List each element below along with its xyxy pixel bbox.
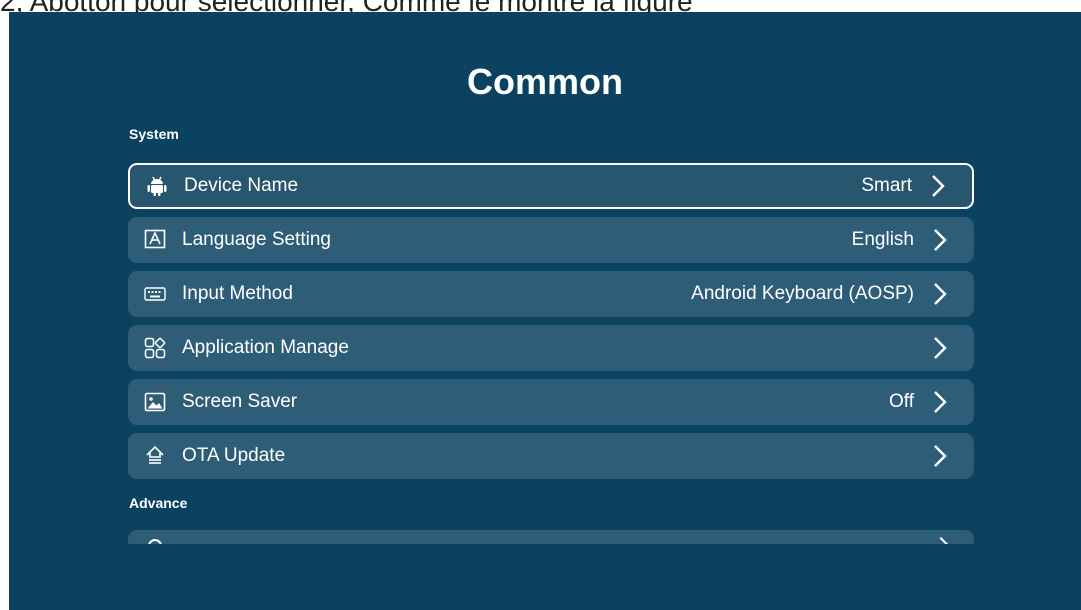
section-header-system: System	[129, 126, 179, 142]
setting-value: English	[851, 229, 914, 250]
setting-label: Language Setting	[182, 229, 331, 250]
chevron-right-icon	[934, 337, 947, 359]
setting-label: Application Manage	[182, 337, 349, 358]
apps-grid-icon	[144, 337, 166, 359]
setting-item-input-method[interactable]: Input Method Android Keyboard (AOSP)	[128, 271, 974, 317]
setting-value: Smart	[861, 175, 912, 196]
chevron-right-icon	[934, 283, 947, 305]
android-icon	[146, 175, 168, 197]
settings-circle-icon	[148, 539, 162, 544]
update-icon	[144, 445, 166, 467]
setting-item-application-manage[interactable]: Application Manage	[128, 325, 974, 371]
setting-label: Device Name	[184, 175, 299, 196]
setting-item-partial[interactable]	[128, 530, 974, 544]
section-header-advance: Advance	[129, 495, 188, 511]
setting-item-language[interactable]: Language Setting English	[128, 217, 974, 263]
keyboard-icon	[144, 283, 166, 305]
setting-label: Input Method	[182, 283, 293, 304]
settings-screen: Common System Device Name Smart Language…	[9, 12, 1081, 610]
chevron-right-icon	[933, 536, 949, 544]
setting-item-ota-update[interactable]: OTA Update	[128, 433, 974, 479]
settings-list: Device Name Smart Language Setting Engli…	[128, 163, 974, 487]
chevron-right-icon	[932, 175, 945, 197]
chevron-right-icon	[934, 445, 947, 467]
setting-label: Screen Saver	[182, 391, 298, 412]
language-icon	[144, 229, 166, 251]
setting-item-screen-saver[interactable]: Screen Saver Off	[128, 379, 974, 425]
setting-value: Off	[889, 391, 914, 412]
setting-label: OTA Update	[182, 445, 286, 466]
chevron-right-icon	[934, 229, 947, 251]
setting-item-device-name[interactable]: Device Name Smart	[128, 163, 974, 209]
setting-value: Android Keyboard (AOSP)	[691, 283, 914, 304]
image-icon	[144, 391, 166, 413]
chevron-right-icon	[934, 391, 947, 413]
page-title: Common	[467, 61, 623, 102]
